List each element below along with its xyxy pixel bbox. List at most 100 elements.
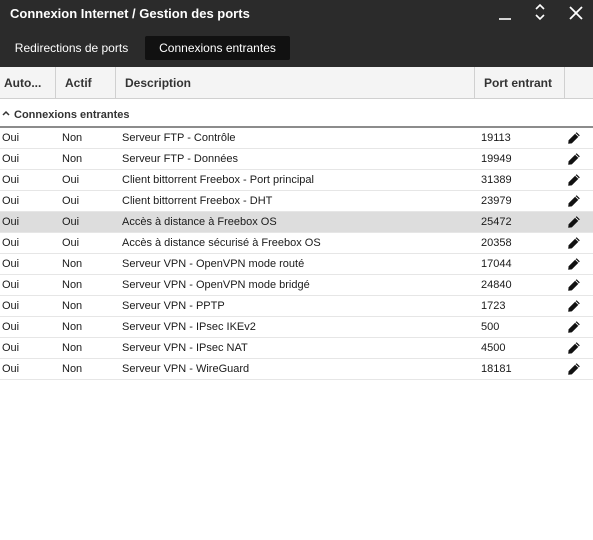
table-row[interactable]: Oui Non Serveur VPN - WireGuard 18181 xyxy=(0,359,593,380)
cell-port: 24840 xyxy=(481,279,512,291)
table-row[interactable]: Oui Oui Client bittorrent Freebox - Port… xyxy=(0,170,593,191)
cell-description: Client bittorrent Freebox - Port princip… xyxy=(122,174,314,186)
cell-port: 1723 xyxy=(481,300,506,312)
cell-actif: Non xyxy=(62,321,83,333)
cell-auto: Oui xyxy=(2,216,20,228)
column-header-actif[interactable]: Actif xyxy=(56,67,116,98)
resize-icon xyxy=(535,3,545,21)
edit-button[interactable] xyxy=(567,194,581,208)
tab-bar: Redirections de ports Connexions entrant… xyxy=(0,33,593,67)
cell-actif: Oui xyxy=(62,216,80,228)
cell-description: Accès à distance sécurisé à Freebox OS xyxy=(122,237,321,249)
edit-button[interactable] xyxy=(567,215,581,229)
edit-button[interactable] xyxy=(567,152,581,166)
pencil-icon xyxy=(568,300,580,312)
cell-actif: Non xyxy=(62,258,83,270)
cell-actif: Oui xyxy=(62,195,80,207)
table-header: Auto... Actif Description Port entrant xyxy=(0,67,593,99)
table-row[interactable]: Oui Non Serveur FTP - Données 19949 xyxy=(0,149,593,170)
column-header-port[interactable]: Port entrant xyxy=(475,67,565,98)
cell-description: Serveur VPN - WireGuard xyxy=(122,363,250,375)
tab-redirections[interactable]: Redirections de ports xyxy=(3,36,140,60)
cell-auto: Oui xyxy=(2,153,20,165)
table-row[interactable]: Oui Non Serveur VPN - PPTP 1723 xyxy=(0,296,593,317)
cell-actif: Oui xyxy=(62,237,80,249)
cell-description: Serveur VPN - IPsec NAT xyxy=(122,342,248,354)
pencil-icon xyxy=(568,153,580,165)
edit-button[interactable] xyxy=(567,278,581,292)
cell-port: 4500 xyxy=(481,342,506,354)
cell-auto: Oui xyxy=(2,363,20,375)
group-header[interactable]: Connexions entrantes xyxy=(0,100,593,128)
pencil-icon xyxy=(568,132,580,144)
resize-button[interactable] xyxy=(525,0,557,28)
edit-button[interactable] xyxy=(567,131,581,145)
close-icon xyxy=(569,6,583,20)
pencil-icon xyxy=(568,216,580,228)
edit-button[interactable] xyxy=(567,320,581,334)
cell-port: 23979 xyxy=(481,195,512,207)
cell-actif: Non xyxy=(62,342,83,354)
cell-actif: Non xyxy=(62,153,83,165)
cell-auto: Oui xyxy=(2,321,20,333)
pencil-icon xyxy=(568,321,580,333)
pencil-icon xyxy=(568,174,580,186)
tab-connexions-entrantes[interactable]: Connexions entrantes xyxy=(145,36,290,60)
cell-port: 19949 xyxy=(481,153,512,165)
column-header-description[interactable]: Description xyxy=(116,67,475,98)
minimize-button[interactable] xyxy=(489,0,521,28)
cell-auto: Oui xyxy=(2,279,20,291)
cell-actif: Non xyxy=(62,132,83,144)
table-row[interactable]: Oui Non Serveur VPN - OpenVPN mode routé… xyxy=(0,254,593,275)
cell-auto: Oui xyxy=(2,342,20,354)
table-row[interactable]: Oui Oui Client bittorrent Freebox - DHT … xyxy=(0,191,593,212)
table-row[interactable]: Oui Oui Accès à distance à Freebox OS 25… xyxy=(0,212,593,233)
title-bar: Connexion Internet / Gestion des ports xyxy=(0,0,593,33)
table-row[interactable]: Oui Non Serveur VPN - IPsec NAT 4500 xyxy=(0,338,593,359)
table-body: Oui Non Serveur FTP - Contrôle 19113 Oui… xyxy=(0,128,593,380)
cell-port: 19113 xyxy=(481,132,511,144)
table-row[interactable]: Oui Non Serveur VPN - OpenVPN mode bridg… xyxy=(0,275,593,296)
close-button[interactable] xyxy=(560,0,592,28)
edit-button[interactable] xyxy=(567,173,581,187)
edit-button[interactable] xyxy=(567,341,581,355)
pencil-icon xyxy=(568,258,580,270)
table-row[interactable]: Oui Oui Accès à distance sécurisé à Free… xyxy=(0,233,593,254)
pencil-icon xyxy=(568,363,580,375)
group-label: Connexions entrantes xyxy=(14,109,130,121)
cell-port: 18181 xyxy=(481,363,512,375)
cell-description: Serveur VPN - OpenVPN mode bridgé xyxy=(122,279,310,291)
cell-actif: Non xyxy=(62,279,83,291)
pencil-icon xyxy=(568,279,580,291)
edit-button[interactable] xyxy=(567,362,581,376)
cell-actif: Non xyxy=(62,300,83,312)
cell-auto: Oui xyxy=(2,237,20,249)
cell-port: 31389 xyxy=(481,174,512,186)
pencil-icon xyxy=(568,342,580,354)
cell-actif: Non xyxy=(62,363,83,375)
cell-description: Accès à distance à Freebox OS xyxy=(122,216,277,228)
table-row[interactable]: Oui Non Serveur VPN - IPsec IKEv2 500 xyxy=(0,317,593,338)
pencil-icon xyxy=(568,237,580,249)
window-title: Connexion Internet / Gestion des ports xyxy=(10,6,250,21)
pencil-icon xyxy=(568,195,580,207)
cell-port: 20358 xyxy=(481,237,512,249)
edit-button[interactable] xyxy=(567,257,581,271)
chevron-up-icon xyxy=(2,110,10,116)
cell-port: 500 xyxy=(481,321,500,333)
column-header-auto[interactable]: Auto... xyxy=(0,67,56,98)
cell-port: 17044 xyxy=(481,258,512,270)
cell-description: Client bittorrent Freebox - DHT xyxy=(122,195,273,207)
cell-port: 25472 xyxy=(481,216,512,228)
cell-description: Serveur FTP - Contrôle xyxy=(122,132,236,144)
table-row[interactable]: Oui Non Serveur FTP - Contrôle 19113 xyxy=(0,128,593,149)
edit-button[interactable] xyxy=(567,236,581,250)
minimize-icon xyxy=(499,18,511,20)
cell-auto: Oui xyxy=(2,258,20,270)
cell-description: Serveur VPN - OpenVPN mode routé xyxy=(122,258,305,270)
cell-auto: Oui xyxy=(2,195,20,207)
cell-auto: Oui xyxy=(2,132,20,144)
edit-button[interactable] xyxy=(567,299,581,313)
cell-auto: Oui xyxy=(2,174,20,186)
cell-description: Serveur FTP - Données xyxy=(122,153,238,165)
